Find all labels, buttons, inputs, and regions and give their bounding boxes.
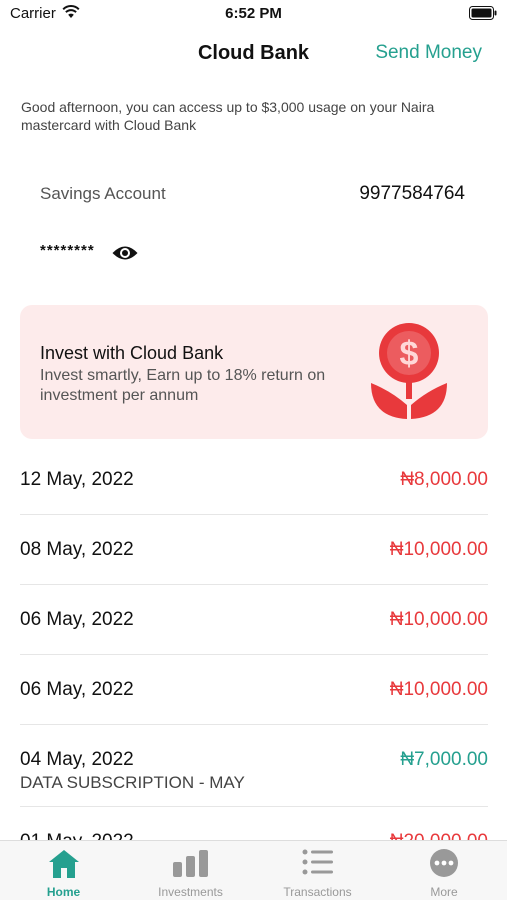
transaction-date: 08 May, 2022	[20, 539, 134, 560]
masked-balance: ********	[40, 242, 95, 259]
bar-chart-icon	[172, 850, 208, 877]
transaction-amount: ₦10,000.00	[389, 679, 488, 700]
greeting-message: Good afternoon, you can access up to $3,…	[21, 99, 435, 133]
eye-icon[interactable]	[111, 243, 139, 263]
account-type-label: Savings Account	[40, 184, 166, 203]
transaction-description: DATA SUBSCRIPTION - MAY	[20, 773, 245, 792]
transaction-date: 01 May, 2022	[20, 831, 134, 840]
invest-title: Invest with Cloud Bank	[40, 343, 224, 363]
tab-investments-label: Investments	[158, 885, 223, 899]
transaction-amount: ₦10,000.00	[389, 609, 488, 630]
tab-investments[interactable]: Investments	[127, 841, 254, 900]
invest-card[interactable]: Invest with Cloud Bank Invest smartly, E…	[20, 305, 488, 439]
transaction-row[interactable]: 04 May, 2022 ₦7,000.00 DATA SUBSCRIPTION…	[20, 725, 488, 807]
transaction-date: 06 May, 2022	[20, 609, 134, 630]
transaction-amount: ₦20,000.00	[390, 831, 488, 840]
tab-bar: Home Investments Transactions More	[0, 840, 507, 900]
tab-home-label: Home	[46, 885, 81, 899]
svg-text:$: $	[400, 335, 419, 373]
transaction-list: 12 May, 2022 ₦8,000.00 08 May, 2022 ₦10,…	[20, 445, 488, 840]
transaction-row[interactable]: 06 May, 2022 ₦10,000.00	[20, 585, 488, 655]
tab-transactions[interactable]: Transactions	[254, 841, 381, 900]
transaction-row[interactable]: 01 May, 2022 ₦20,000.00	[20, 807, 488, 840]
send-money-button[interactable]: Send Money	[375, 42, 482, 64]
transaction-amount: ₦8,000.00	[400, 469, 488, 490]
battery-icon	[469, 6, 497, 20]
tab-more-label: More	[430, 885, 458, 899]
transaction-amount: ₦10,000.00	[389, 539, 488, 560]
tab-home[interactable]: Home	[0, 841, 127, 900]
transaction-date: 06 May, 2022	[20, 679, 134, 700]
tab-transactions-label: Transactions	[283, 885, 352, 899]
transaction-row[interactable]: 12 May, 2022 ₦8,000.00	[20, 445, 488, 515]
transaction-date: 04 May, 2022	[20, 749, 134, 770]
status-time: 6:52 PM	[225, 5, 282, 22]
invest-subtitle: Invest smartly, Earn up to 18% return on…	[40, 367, 326, 404]
transaction-row[interactable]: 06 May, 2022 ₦10,000.00	[20, 655, 488, 725]
account-number: 9977584764	[359, 183, 465, 204]
transaction-row[interactable]: 08 May, 2022 ₦10,000.00	[20, 515, 488, 585]
more-icon	[430, 849, 458, 877]
nav-bar: Cloud Bank Send Money	[0, 30, 507, 74]
status-bar: Carrier 6:52 PM	[0, 0, 507, 28]
tab-more[interactable]: More	[381, 841, 507, 900]
list-icon	[302, 849, 333, 875]
money-plant-icon: $	[371, 323, 447, 419]
transaction-date: 12 May, 2022	[20, 469, 134, 490]
transaction-amount: ₦7,000.00	[400, 749, 488, 770]
home-icon	[48, 850, 79, 878]
